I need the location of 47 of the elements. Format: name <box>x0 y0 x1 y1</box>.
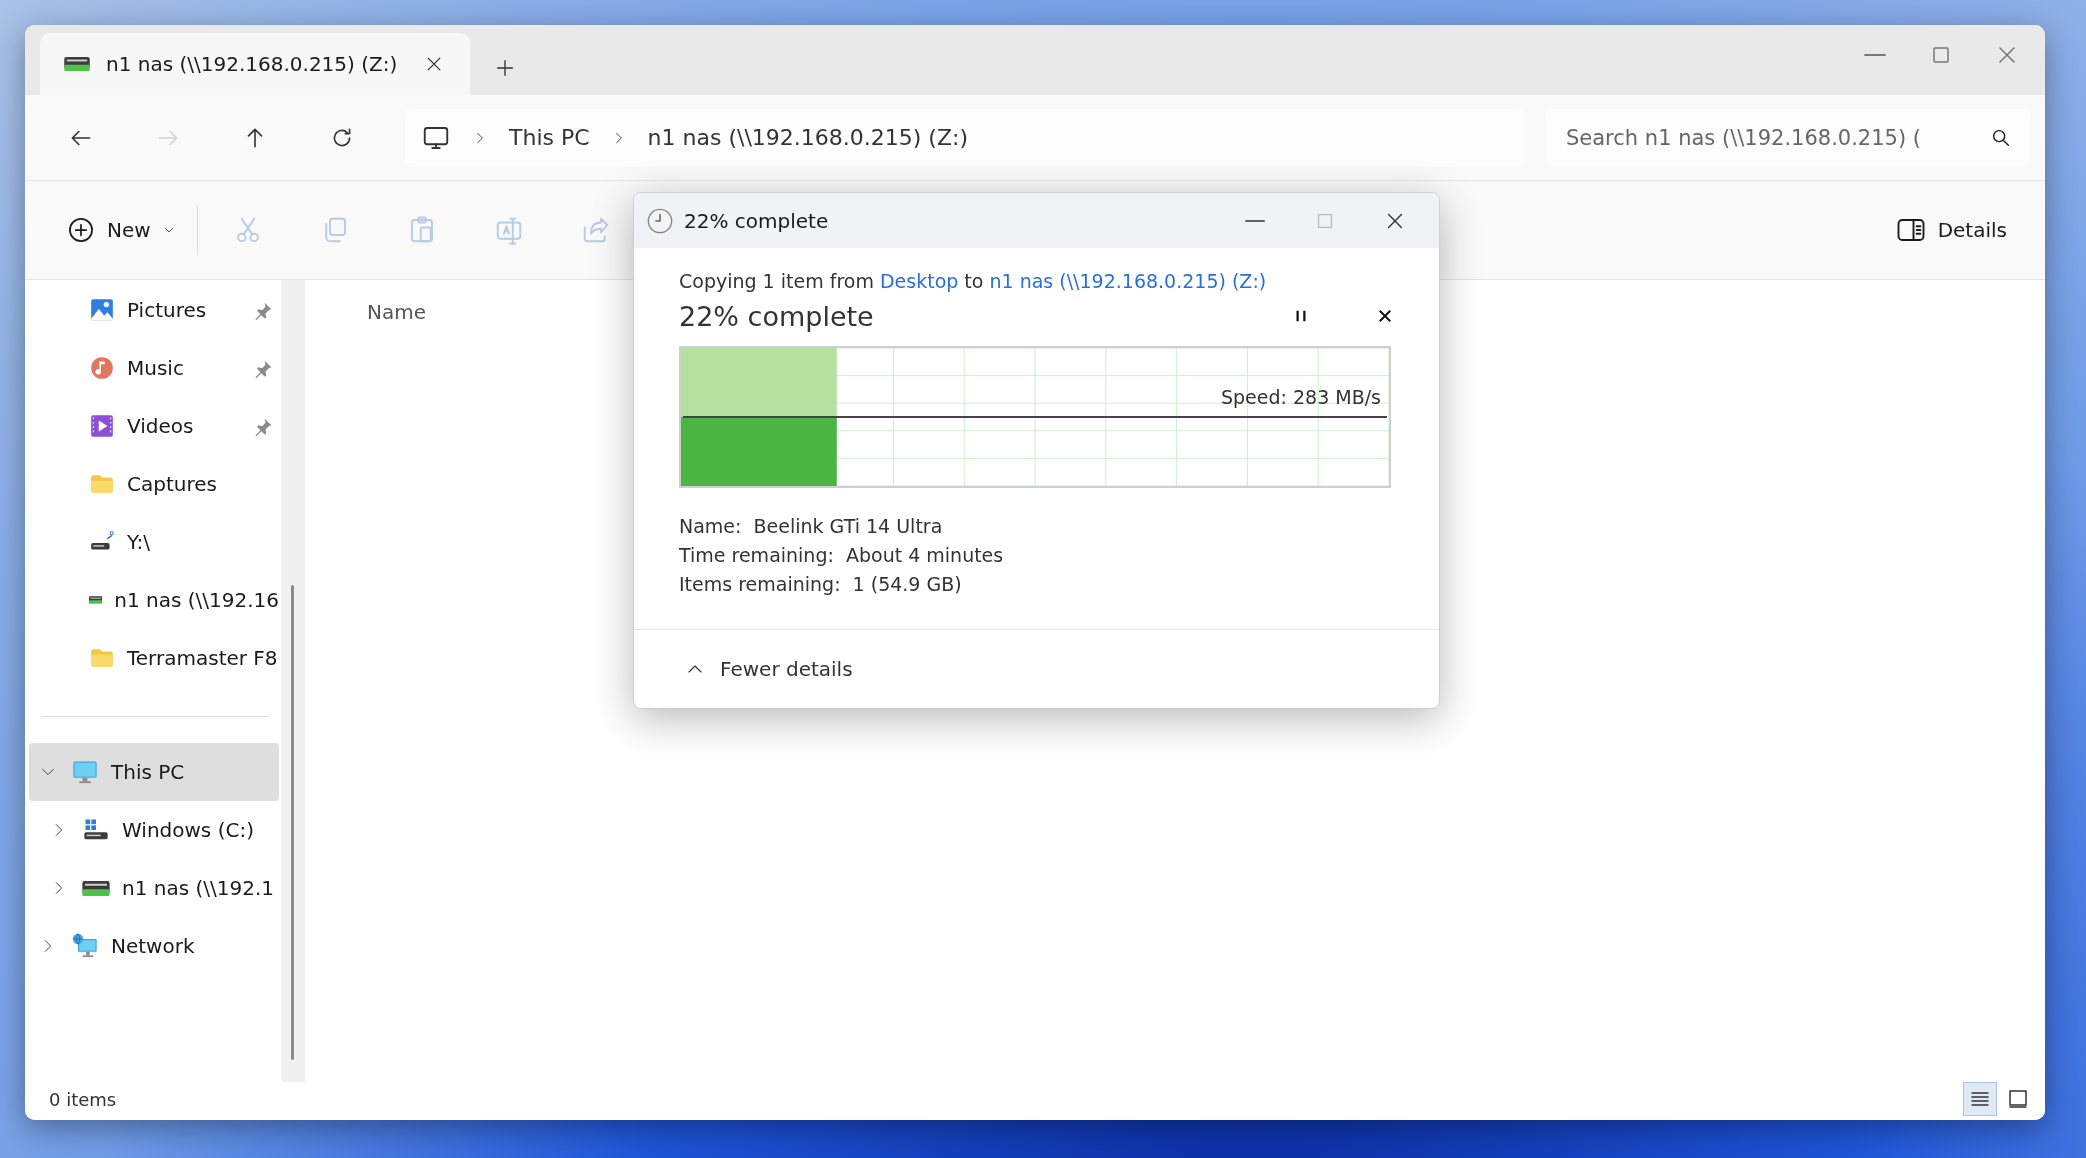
source-link[interactable]: Desktop <box>879 270 959 292</box>
sidebar-item[interactable]: Terramaster F8 <box>29 629 279 687</box>
sidebar-item[interactable]: n1 nas (\\192.16 <box>29 571 279 629</box>
sidebar-item[interactable]: Pictures <box>29 281 279 339</box>
column-header[interactable]: Name <box>367 290 426 324</box>
minimize-icon <box>1863 54 1887 56</box>
progress-heading: 22% complete <box>679 300 875 332</box>
sidebar-item[interactable]: Music <box>29 339 279 397</box>
list-view-button[interactable] <box>1963 1082 1997 1116</box>
file-explorer-tab[interactable]: n1 nas (\\192.168.0.215) (Z:) <box>40 33 470 95</box>
tree-item[interactable]: Windows (C:) <box>29 801 279 859</box>
plus-icon <box>494 57 516 79</box>
clock-icon <box>646 206 674 235</box>
network-drive-icon <box>89 593 103 607</box>
picture-icon <box>89 297 115 323</box>
detail-line: Time remaining: About 4 minutes <box>679 543 1005 568</box>
minimize-icon <box>1245 219 1265 222</box>
scrollbar-thumb[interactable] <box>291 585 294 1060</box>
network-drive-icon <box>82 880 110 896</box>
dialog-title: 22% complete <box>684 208 830 233</box>
address-bar[interactable]: This PC n1 nas (\\192.168.0.215) (Z:) <box>405 108 1524 167</box>
tab-title: n1 nas (\\192.168.0.215) (Z:) <box>106 52 399 76</box>
breadcrumb-item[interactable]: n1 nas (\\192.168.0.215) (Z:) <box>647 125 968 150</box>
fewer-details-button[interactable]: Fewer details <box>682 653 857 685</box>
tree-item[interactable]: This PC <box>29 743 279 801</box>
speed-label: Speed: 283 MB/s <box>1220 386 1381 408</box>
sidebar-item[interactable]: Y:\ <box>29 513 279 571</box>
close-icon <box>1376 307 1394 325</box>
network-icon <box>71 932 99 960</box>
copy-summary: Copying 1 item from Desktop to n1 nas (\\192.168.0.215) (Z:) <box>679 270 1268 292</box>
new-button[interactable]: New <box>59 208 183 252</box>
sidebar-item[interactable]: Captures <box>29 455 279 513</box>
large-icons-view-icon <box>2006 1087 2030 1111</box>
tree-item[interactable]: n1 nas (\\192.1 <box>29 859 279 917</box>
network-drive-icon <box>64 57 90 71</box>
breadcrumb-item[interactable]: This PC <box>509 125 590 150</box>
destination-link[interactable]: n1 nas (\\192.168.0.215) (Z:) <box>989 270 1267 292</box>
plus-circle-icon <box>67 216 95 244</box>
tree-item[interactable]: Network <box>29 917 279 975</box>
film-icon <box>89 413 115 439</box>
details-button[interactable]: Details <box>1887 207 2015 253</box>
detail-line: Items remaining: 1 (54.9 GB) <box>679 572 963 597</box>
search-field[interactable]: Search n1 nas (\\192.168.0.215) ( <box>1546 108 2030 167</box>
sidebar-item[interactable]: Videos <box>29 397 279 455</box>
item-count: 0 items <box>49 1088 117 1110</box>
music-note-icon <box>89 355 115 381</box>
detail-line: Name: Beelink GTi 14 Ultra <box>679 514 944 539</box>
